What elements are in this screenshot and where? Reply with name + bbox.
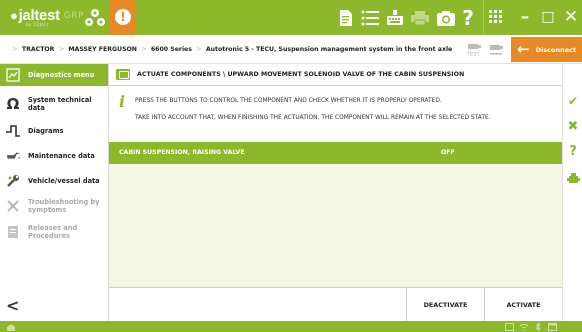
tools-icon [5,198,21,214]
toolbar-divider [483,0,484,35]
home-icon[interactable] [6,323,16,331]
breadcrumb-item[interactable]: 6600 Series [151,46,192,53]
help-icon[interactable]: ? [460,6,476,30]
group-icon[interactable] [84,8,106,28]
product-label: GRP [63,11,84,21]
breadcrumb: > TRACTOR > MASSEY FERGUSON > 6600 Serie… [12,45,453,53]
alert-button[interactable]: ! [110,0,136,35]
component-name: CABIN SUSPENSION, RAISING VALVE [119,149,245,156]
camera-icon[interactable] [436,8,456,28]
diagram-icon [5,123,21,139]
svg-text:TEST: TEST [466,52,480,58]
breadcrumb-separator: > [12,45,18,53]
close-button[interactable]: ✕ [558,0,582,35]
procedures-icon [5,224,21,240]
page-title: ACTUATE COMPONENTS \ UPWARD MOVEMENT SOL… [109,64,562,86]
component-state: OFF [441,149,455,156]
app-window: ●jaltest GRP by COJALI ! ? – □ ✕ > TRACT… [0,0,582,332]
back-chevron-icon[interactable]: < [6,296,19,315]
report-icon[interactable] [337,8,355,28]
info-icon: i [119,92,126,111]
keyboard-icon[interactable] [385,8,405,28]
main-panel: ACTUATE COMPONENTS \ UPWARD MOVEMENT SOL… [109,64,562,322]
list-icon[interactable] [361,8,379,28]
sidebar-item-troubleshooting[interactable]: Troubleshooting by symptoms [0,194,108,218]
breadcrumb-item[interactable]: Autotronic 5 - TECU, Suspension manageme… [206,46,452,53]
print-icon[interactable] [410,8,430,28]
sidebar: Diagnostics menu Ω System technical data … [0,64,109,321]
help-icon[interactable]: ? [563,144,582,159]
right-toolbar: ✔ ✖ ? [562,64,582,321]
disconnect-button[interactable]: ← Disconnect [511,37,582,62]
connector-test-icon[interactable]: TEST [466,42,482,58]
apps-icon[interactable] [488,9,504,25]
sidebar-item-system-technical-data[interactable]: Ω System technical data [0,92,108,116]
jaltest-logo: ●jaltest GRP by COJALI [10,7,84,28]
breadcrumb-item[interactable]: TRACTOR [22,46,55,53]
oilcan-icon [5,148,21,164]
sidebar-item-releases-procedures[interactable]: Releases and Procedures [0,220,108,244]
arrow-left-icon: ← [517,40,530,58]
close-icon[interactable]: ✖ [563,119,582,134]
connector-icon[interactable] [488,42,504,58]
info-text: PRESS THE BUTTONS TO CONTROL THE COMPONE… [135,98,442,104]
alert-icon: ! [115,9,131,25]
sidebar-item-diagnostics-menu[interactable]: Diagnostics menu [0,64,108,86]
action-bar: DEACTIVATE ACTIVATE [109,287,562,322]
sidebar-item-vehicle-vessel-data[interactable]: Vehicle/vessel data [0,170,108,192]
diagnostics-icon [5,67,21,83]
component-panel [109,164,562,287]
engine-icon[interactable] [563,170,582,189]
check-icon[interactable]: ✔ [563,94,582,108]
status-bar [0,321,582,332]
battery-icon [505,323,514,331]
calendar-icon [548,323,557,331]
ohm-icon: Ω [6,95,20,113]
actuation-icon [116,69,130,80]
activate-button[interactable]: ACTIVATE [484,288,562,322]
sidebar-item-maintenance-data[interactable]: Maintenance data [0,145,108,167]
info-text: TAKE INTO ACCOUNT THAT, WHEN FINISHING T… [135,115,491,121]
breadcrumb-item[interactable]: MASSEY FERGUSON [68,46,137,53]
bluetooth-icon [535,323,541,331]
component-row[interactable]: CABIN SUSPENSION, RAISING VALVE OFF [109,142,562,164]
top-toolbar: ●jaltest GRP by COJALI ! ? – □ ✕ [0,0,582,35]
deactivate-button[interactable]: DEACTIVATE [406,288,484,322]
wrench-icon [5,173,21,189]
sidebar-item-diagrams[interactable]: Diagrams [0,120,108,142]
wifi-icon [519,324,529,331]
breadcrumb-bar: > TRACTOR > MASSEY FERGUSON > 6600 Serie… [0,35,582,64]
